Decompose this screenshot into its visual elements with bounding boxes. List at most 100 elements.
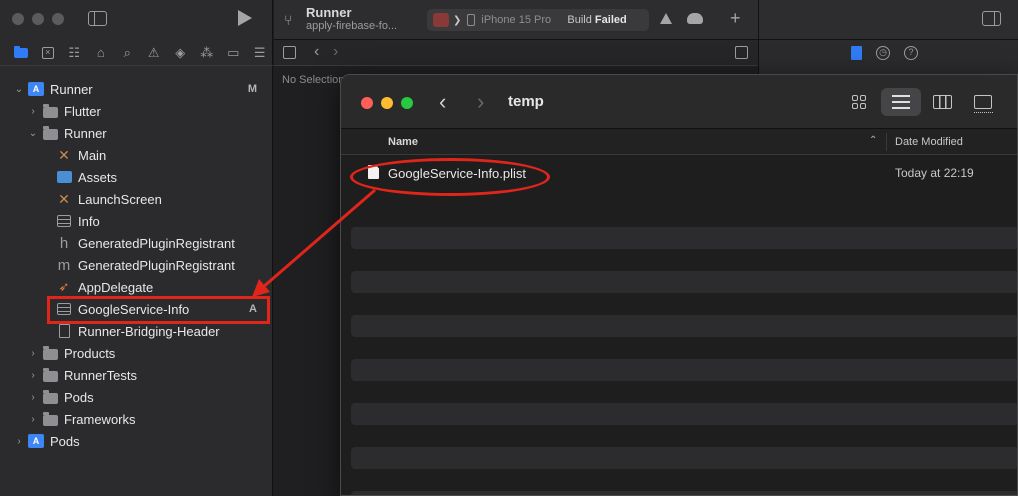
tree-item-generated-plugin-registrant-h[interactable]: h GeneratedPluginRegistrant [56,232,235,254]
find-navigator-tab[interactable]: ⌂ [88,43,115,63]
disclosure-chevron-right-icon[interactable]: › [14,436,24,447]
list-icon [892,95,910,109]
folder-icon [14,45,29,58]
tree-item-launchscreen[interactable]: ✕ LaunchScreen [56,188,162,210]
minimize-window-button[interactable] [381,97,393,109]
branch-name[interactable]: apply-firebase-fo... [306,20,397,32]
tree-item-products[interactable]: › Products [28,342,115,364]
cloud-icon[interactable] [687,13,703,24]
tree-item-main[interactable]: ✕ Main [56,144,106,166]
iphone-icon [467,14,476,26]
disclosure-chevron-down-icon[interactable]: ⌄ [28,128,38,139]
tree-item-flutter[interactable]: › Flutter [28,100,101,122]
tree-item-runner-project[interactable]: ⌄ A Runner M [14,78,273,100]
date-modified-column-header[interactable]: Date Modified [895,136,963,148]
editor-toolbar: ⑂ Runner apply-firebase-fo... ❯ iPhone 1… [274,0,758,40]
hierarchy-icon: ☷ [68,44,81,60]
chevron-right-icon: ❯ [453,14,462,26]
grid-icon [852,95,866,109]
file-row[interactable]: GoogleService-Info.plist Today at 22:19 [341,158,1017,196]
add-editor-icon[interactable] [735,46,748,59]
plist-icon-wrap [56,214,72,228]
source-control-tab[interactable]: × [35,43,62,63]
icon-view-button[interactable] [839,88,879,116]
asset-catalog-icon [56,171,72,183]
tree-item-frameworks[interactable]: › Frameworks [28,408,136,430]
close-window-button[interactable] [361,97,373,109]
test-navigator-tab[interactable]: ◈ [167,43,194,63]
finder-window-controls [361,97,413,109]
doc-icon-wrap [56,324,72,338]
search-tab[interactable]: ⌕ [114,43,141,63]
list-view-button[interactable] [881,88,921,116]
finder-toolbar: ‹ › temp [341,75,1017,129]
tree-item-runner-group[interactable]: ⌄ Runner [28,122,107,144]
symbol-navigator-tab[interactable]: ☷ [61,43,88,63]
gallery-view-button[interactable] [963,88,1003,116]
warning-icon[interactable] [660,13,672,24]
bookmark-icon: ⌂ [96,45,105,60]
sort-ascending-icon[interactable]: ⌃ [869,135,877,146]
tree-item-pods-group[interactable]: › Pods [28,386,94,408]
tree-item-runnertests[interactable]: › RunnerTests [28,364,137,386]
column-view-button[interactable] [922,88,962,116]
gallery-icon [973,95,993,113]
breakpoint-navigator-tab[interactable]: ▭ [220,43,247,63]
zoom-window-button[interactable] [52,13,64,25]
column-divider[interactable] [886,133,887,151]
folder-icon [42,345,58,360]
scheme-selector[interactable]: ❯ iPhone 15 Pro Build Failed [427,9,649,31]
assets-icon-wrap [56,170,72,184]
branch-icon[interactable]: ⑂ [284,12,292,28]
related-items-icon[interactable] [283,46,296,59]
header-file-icon: h [59,234,69,252]
run-destination[interactable]: iPhone 15 Pro [481,14,567,26]
disclosure-chevron-right-icon[interactable]: › [28,348,38,359]
add-icon[interactable]: + [730,8,741,29]
close-window-button[interactable] [12,13,24,25]
debug-navigator-tab[interactable]: ⁂ [194,43,221,63]
project-navigator-tab[interactable] [8,43,35,63]
tree-item-label: Flutter [64,103,101,119]
chevron-left-icon[interactable]: ‹ [314,43,319,61]
project-title: Runner [306,5,352,20]
folder-icon-wrap [42,345,58,360]
back-chevron-icon[interactable]: ‹ [439,89,446,115]
tree-item-label: Frameworks [64,411,136,427]
sidebar-toggle-icon[interactable] [88,11,107,26]
inspector-toggle-icon[interactable] [982,11,1001,26]
build-status[interactable]: Build Failed [567,14,626,26]
issue-navigator-tab[interactable]: ⚠ [141,43,168,63]
diamond-icon: ◈ [175,44,186,60]
name-column-header[interactable]: Name [388,136,418,148]
history-icon[interactable]: ◷ [876,46,890,60]
storyboard-icon: ✕ [58,190,70,207]
xcode-project-icon: A [28,434,44,448]
zoom-window-button[interactable] [401,97,413,109]
forward-chevron-icon[interactable]: › [477,89,484,115]
disclosure-chevron-right-icon[interactable]: › [28,414,38,425]
chevron-right-icon[interactable]: › [333,43,338,61]
empty-list-row [351,315,1017,337]
project-navigator: × ☷ ⌂ ⌕ ⚠ ◈ ⁂ ▭ ☰ ⌄ A Runner M › Flutter… [0,0,273,496]
folder-icon-wrap [42,411,58,426]
disclosure-chevron-right-icon[interactable]: › [28,106,38,117]
disclosure-chevron-down-icon[interactable]: ⌄ [14,84,24,95]
tree-item-appdelegate[interactable]: ➶ AppDelegate [56,276,154,298]
tree-item-info[interactable]: Info [56,210,100,232]
disclosure-chevron-right-icon[interactable]: › [28,370,38,381]
disclosure-chevron-right-icon[interactable]: › [28,392,38,403]
report-navigator-tab[interactable]: ☰ [247,43,274,63]
run-button[interactable] [238,10,252,26]
file-inspector-icon[interactable] [851,46,862,60]
tree-item-pods-project[interactable]: › A Pods [14,430,79,452]
minimize-window-button[interactable] [32,13,44,25]
tree-item-assets[interactable]: Assets [56,166,117,188]
tree-item-label: AppDelegate [78,279,154,295]
tree-item-label: Pods [64,389,94,405]
folder-icon-wrap [42,367,58,382]
tree-item-generated-plugin-registrant-m[interactable]: m GeneratedPluginRegistrant [56,254,235,276]
tree-item-label: Products [64,345,116,361]
finder-title: temp [508,93,544,110]
help-icon[interactable]: ? [904,46,918,60]
